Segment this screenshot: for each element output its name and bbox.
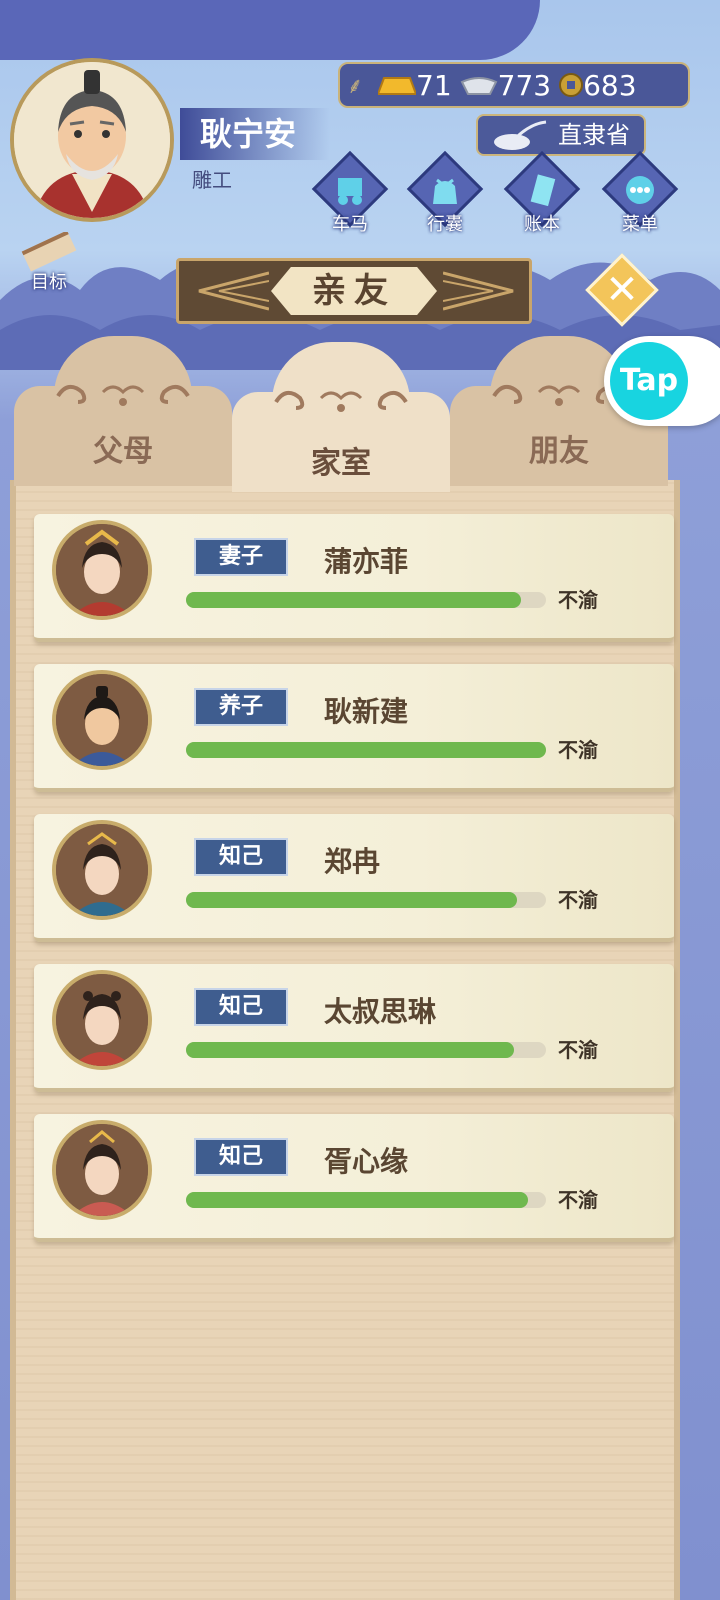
bag-label: 行囊	[427, 214, 463, 235]
affection-bar	[186, 742, 546, 758]
cloud-swirl-icon	[274, 390, 408, 412]
silver-amount: 773	[497, 68, 552, 102]
relation-badge: 知己	[194, 988, 288, 1026]
adopted-son-portrait	[52, 670, 152, 770]
female-portrait-icon	[56, 524, 148, 616]
mood-status: 不渝	[558, 738, 598, 762]
gold-bar-icon	[378, 77, 416, 95]
ledger-label: 账本	[524, 214, 560, 235]
relation-row[interactable]: 知己 胥心缘 不渝	[34, 1114, 674, 1242]
affection-bar	[186, 892, 546, 908]
relation-badge: 养子	[194, 688, 288, 726]
female-portrait-icon	[56, 824, 148, 916]
ink-brush-icon	[494, 120, 547, 150]
bamboo-left-icon: ⸙	[346, 74, 364, 99]
bag-icon	[433, 178, 457, 204]
affection-bar	[186, 1042, 546, 1058]
menu-label: 菜单	[622, 214, 658, 235]
tap-label: Tap	[610, 342, 688, 420]
player-portrait-icon	[14, 62, 170, 218]
relation-name: 胥心缘	[324, 1145, 409, 1178]
carriage-icon	[338, 178, 362, 205]
bag-button[interactable]: 行囊	[405, 150, 485, 236]
tab-parents-label: 父母	[93, 434, 153, 469]
affection-fill	[186, 892, 518, 908]
cloud-swirl-icon	[56, 384, 190, 406]
relation-name: 耿新建	[324, 695, 409, 728]
affection-bar	[186, 592, 546, 608]
relation-row[interactable]: 知己 太叔思琳 不渝	[34, 964, 674, 1092]
goal-button[interactable]: 目标	[10, 232, 88, 293]
tab-friends-label: 朋友	[529, 434, 589, 469]
relation-row[interactable]: 知己 郑冉 不渝	[34, 814, 674, 942]
goal-label: 目标	[31, 272, 67, 293]
player-profession: 雕工	[192, 168, 232, 192]
gold-currency: 71	[378, 69, 452, 102]
female-portrait-icon	[56, 974, 148, 1066]
currency-bar: ⸙ 71 773 683	[338, 62, 690, 108]
location-button[interactable]: 直隶省	[476, 114, 646, 156]
relation-name: 蒲亦菲	[324, 545, 409, 578]
relation-row[interactable]: 养子 耿新建 不渝	[34, 664, 674, 792]
wife-portrait	[52, 520, 152, 620]
carriage-label: 车马	[332, 214, 368, 235]
carriage-button[interactable]: 车马	[310, 150, 390, 236]
affection-bar	[186, 1192, 546, 1208]
ledger-button[interactable]: 账本	[502, 150, 582, 236]
close-icon: ✕	[605, 267, 639, 313]
silver-ingot-icon	[460, 77, 497, 95]
relation-name: 太叔思琳	[324, 995, 437, 1028]
location-name: 直隶省	[558, 121, 630, 149]
relation-row[interactable]: 妻子 蒲亦菲 不渝	[34, 514, 674, 642]
player-name: 耿宁安	[180, 108, 330, 160]
coin-currency: 683	[559, 68, 637, 102]
mood-status: 不渝	[558, 888, 598, 912]
confidant-portrait	[52, 970, 152, 1070]
background-pattern	[0, 0, 540, 60]
tab-family[interactable]: 家室	[232, 342, 450, 492]
menu-button[interactable]: 菜单	[600, 150, 680, 236]
mood-status: 不渝	[558, 1038, 598, 1062]
affection-fill	[186, 1042, 514, 1058]
title-plaque: 亲友	[176, 258, 532, 324]
mood-status: 不渝	[558, 1188, 598, 1212]
male-portrait-icon	[56, 674, 148, 766]
plaque-ornament-left	[198, 271, 269, 311]
tap-floating-button[interactable]: Tap	[604, 336, 720, 426]
coin-amount: 683	[583, 68, 637, 102]
ledger-icon	[530, 174, 556, 207]
affection-fill	[186, 742, 546, 758]
copper-coin-icon	[559, 73, 584, 97]
relation-badge: 知己	[194, 838, 288, 876]
silver-currency: 773	[460, 69, 551, 102]
player-avatar[interactable]	[10, 58, 174, 222]
relation-badge: 知己	[194, 1138, 288, 1176]
female-portrait-icon	[56, 1124, 148, 1216]
menu-dots-icon	[626, 176, 654, 204]
confidant-portrait	[52, 1120, 152, 1220]
affection-fill	[186, 1192, 528, 1208]
scroll-icon	[21, 232, 77, 272]
page-title: 亲友	[271, 267, 437, 315]
confidant-portrait	[52, 820, 152, 920]
tab-parents[interactable]: 父母	[14, 336, 232, 486]
gold-amount: 71	[416, 68, 452, 102]
mood-status: 不渝	[558, 588, 598, 612]
affection-fill	[186, 592, 521, 608]
plaque-ornament-right	[443, 271, 514, 311]
relation-badge: 妻子	[194, 538, 288, 576]
tab-family-label: 家室	[311, 446, 371, 481]
relation-name: 郑冉	[324, 845, 381, 878]
